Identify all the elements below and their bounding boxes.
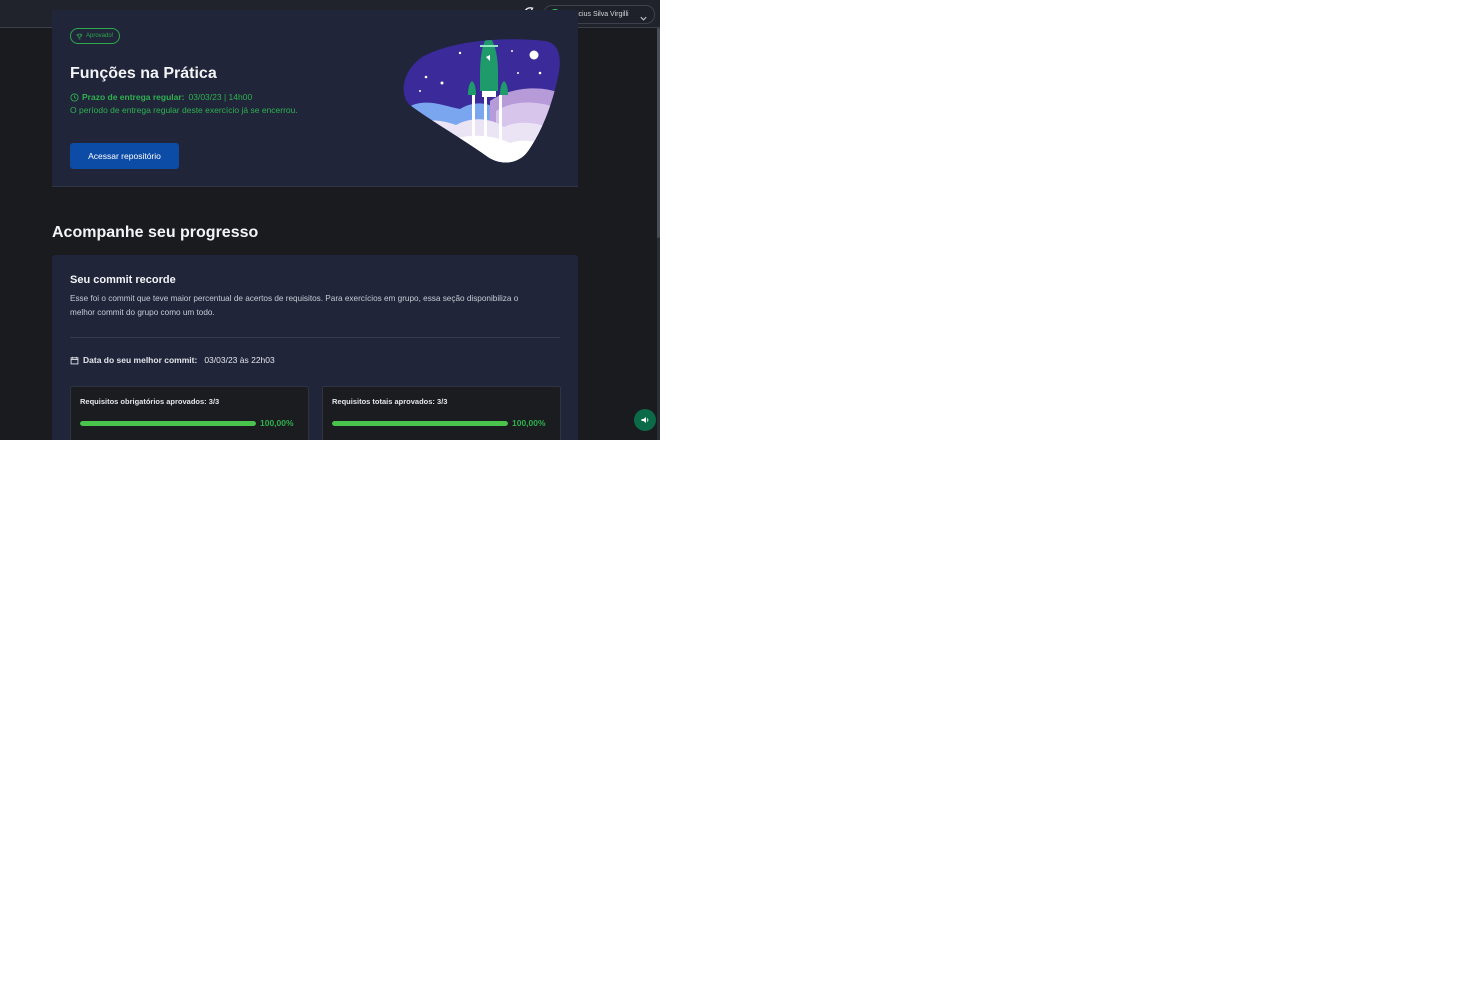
total-requirements-box: Requisitos totais aprovados: 3/3 100,00% bbox=[322, 386, 561, 440]
speaker-icon[interactable] bbox=[634, 409, 656, 431]
trophy-icon bbox=[76, 33, 83, 39]
deadline-value: 03/03/23 | 14h00 bbox=[188, 92, 253, 102]
clock-icon bbox=[70, 92, 79, 102]
scrollbar[interactable] bbox=[657, 28, 660, 440]
calendar-icon bbox=[70, 356, 79, 364]
progress-percent: 100,00% bbox=[512, 418, 546, 428]
progress-section-title: Acompanhe seu progresso bbox=[52, 224, 259, 241]
access-repository-button[interactable]: Acessar repositório bbox=[70, 143, 179, 169]
rocket-illustration bbox=[403, 39, 560, 163]
badge-label: Aprovado! bbox=[86, 33, 114, 39]
requirements-label: Requisitos totais aprovados: 3/3 bbox=[332, 397, 448, 406]
exercise-card: Aprovado! Funções na Prática Prazo de en… bbox=[52, 10, 578, 187]
progress-bar-fill bbox=[80, 421, 256, 426]
best-commit-value: 03/03/23 às 22h03 bbox=[204, 355, 275, 365]
commit-record-description: Esse foi o commit que teve maior percent… bbox=[70, 294, 519, 317]
scrollbar-thumb[interactable] bbox=[657, 28, 660, 238]
requirements-label: Requisitos obrigatórios aprovados: 3/3 bbox=[80, 397, 220, 406]
chevron-down-icon bbox=[639, 10, 648, 21]
exercise-title: Funções na Prática bbox=[70, 65, 217, 82]
deadline-note: O período de entrega regular deste exerc… bbox=[70, 105, 298, 115]
progress-bar-fill bbox=[332, 421, 508, 426]
deadline-label: Prazo de entrega regular: bbox=[82, 92, 185, 102]
required-requirements-box: Requisitos obrigatórios aprovados: 3/3 1… bbox=[70, 386, 309, 440]
approved-badge: Aprovado! bbox=[70, 28, 121, 44]
app-viewport: V Vinicius Silva Virgilli Aprovado! Funç… bbox=[0, 0, 660, 440]
best-commit-label: Data do seu melhor commit: bbox=[83, 355, 198, 365]
commit-record-title: Seu commit recorde bbox=[70, 274, 176, 286]
progress-percent: 100,00% bbox=[260, 418, 294, 428]
deadline-info: Prazo de entrega regular: 03/03/23 | 14h… bbox=[70, 92, 252, 102]
best-commit-info: Data do seu melhor commit: 03/03/23 às 2… bbox=[70, 355, 275, 365]
progress-bar bbox=[332, 421, 508, 426]
progress-bar bbox=[80, 421, 256, 426]
divider bbox=[70, 337, 560, 338]
commit-record-card: Seu commit recorde Esse foi o commit que… bbox=[52, 255, 578, 440]
